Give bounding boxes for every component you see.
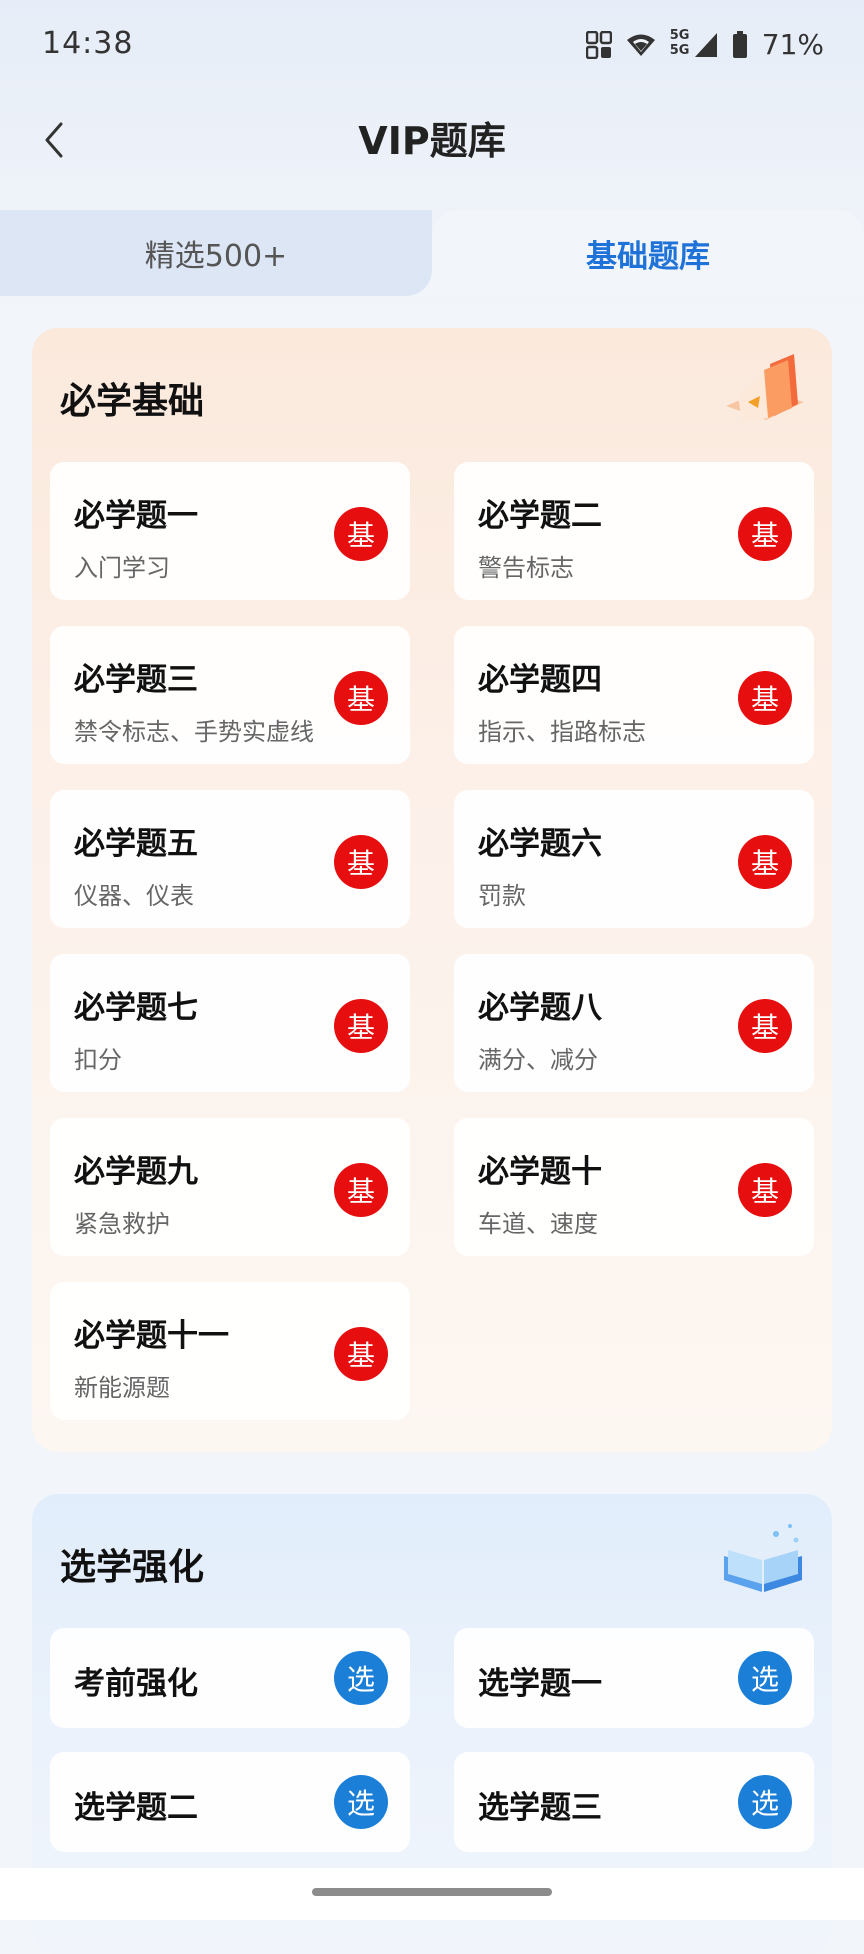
- page-title: VIP题库: [358, 119, 506, 163]
- signal-icon: 5G 5G: [669, 27, 718, 60]
- card-subtitle: 新能源题: [74, 1374, 170, 1402]
- book-stack-illustration-icon: [726, 354, 804, 422]
- list-item-basic-11[interactable]: 必学题十一 新能源题 基: [50, 1282, 410, 1420]
- card-title: 必学题六: [478, 826, 602, 862]
- list-item-basic-10[interactable]: 必学题十 车道、速度 基: [454, 1118, 814, 1256]
- list-item-basic-9[interactable]: 必学题九 紧急救护 基: [50, 1118, 410, 1256]
- list-item-elective-3[interactable]: 选学题二 选: [50, 1752, 410, 1852]
- list-item-basic-5[interactable]: 必学题五 仪器、仪表 基: [50, 790, 410, 928]
- elective-badge: 选: [334, 1775, 388, 1829]
- tab-featured-500[interactable]: 精选500+: [0, 210, 432, 296]
- card-title: 考前强化: [74, 1666, 198, 1702]
- list-item-basic-1[interactable]: 必学题一 入门学习 基: [50, 462, 410, 600]
- card-subtitle: 指示、指路标志: [478, 718, 646, 746]
- status-time: 14:38: [42, 26, 134, 61]
- list-item-basic-6[interactable]: 必学题六 罚款 基: [454, 790, 814, 928]
- basic-badge: 基: [738, 671, 792, 725]
- battery-percentage: 71%: [761, 28, 824, 61]
- card-title: 必学题五: [74, 826, 198, 862]
- basic-badge: 基: [334, 507, 388, 561]
- card-title: 选学题三: [478, 1790, 602, 1826]
- basic-badge: 基: [334, 1163, 388, 1217]
- open-book-illustration-icon: [724, 1524, 802, 1592]
- basic-badge: 基: [738, 835, 792, 889]
- basic-badge: 基: [738, 999, 792, 1053]
- list-item-basic-8[interactable]: 必学题八 满分、减分 基: [454, 954, 814, 1092]
- card-title: 必学题八: [478, 990, 602, 1026]
- list-item-basic-7[interactable]: 必学题七 扣分 基: [50, 954, 410, 1092]
- card-subtitle: 车道、速度: [478, 1210, 598, 1238]
- card-title: 必学题十一: [74, 1318, 229, 1354]
- list-item-elective-2[interactable]: 选学题一 选: [454, 1628, 814, 1728]
- tab-bar: 精选500+ 基础题库: [0, 210, 864, 296]
- card-title: 必学题七: [74, 990, 198, 1026]
- network-type-label-2: 5G: [669, 42, 690, 58]
- card-title: 必学题九: [74, 1154, 198, 1190]
- card-subtitle: 紧急救护: [74, 1210, 170, 1238]
- card-title: 选学题二: [74, 1790, 198, 1826]
- list-item-elective-4[interactable]: 选学题三 选: [454, 1752, 814, 1852]
- list-item-basic-2[interactable]: 必学题二 警告标志 基: [454, 462, 814, 600]
- card-subtitle: 仪器、仪表: [74, 882, 194, 910]
- card-title: 必学题四: [478, 662, 602, 698]
- card-title: 必学题十: [478, 1154, 602, 1190]
- card-subtitle: 警告标志: [478, 554, 574, 582]
- home-indicator[interactable]: [312, 1888, 552, 1896]
- section-title-elective: 选学强化: [60, 1547, 205, 1588]
- card-title: 必学题一: [74, 498, 198, 534]
- card-title: 必学题三: [74, 662, 198, 698]
- list-item-basic-3[interactable]: 必学题三 禁令标志、手势实虚线 基: [50, 626, 410, 764]
- nfc-icon: [585, 30, 612, 59]
- status-bar: 14:38 5G 5G 71%: [0, 0, 864, 88]
- basic-badge: 基: [334, 835, 388, 889]
- card-subtitle: 满分、减分: [478, 1046, 598, 1074]
- card-subtitle: 入门学习: [74, 554, 170, 582]
- elective-badge: 选: [334, 1651, 388, 1705]
- network-type-label: 5G: [669, 27, 690, 43]
- status-icons: 5G 5G 71%: [585, 27, 824, 61]
- wifi-icon: [626, 33, 656, 57]
- battery-icon: [732, 30, 748, 59]
- card-title: 必学题二: [478, 498, 602, 534]
- list-item-elective-1[interactable]: 考前强化 选: [50, 1628, 410, 1728]
- basic-badge: 基: [738, 1163, 792, 1217]
- elective-badge: 选: [738, 1775, 792, 1829]
- basic-badge: 基: [334, 671, 388, 725]
- card-subtitle: 罚款: [478, 882, 526, 910]
- card-title: 选学题一: [478, 1666, 602, 1702]
- basic-badge: 基: [334, 1327, 388, 1381]
- section-title-basic: 必学基础: [60, 381, 205, 422]
- section-basic: 必学基础 必学题一 入门学习 基 必学题二 警告标志 基 必学题三 禁令标志、手…: [32, 328, 832, 1452]
- card-subtitle: 扣分: [74, 1046, 122, 1074]
- header: VIP题库: [0, 88, 864, 198]
- list-item-basic-4[interactable]: 必学题四 指示、指路标志 基: [454, 626, 814, 764]
- elective-badge: 选: [738, 1651, 792, 1705]
- tab-basic-question-bank[interactable]: 基础题库: [406, 210, 864, 296]
- basic-badge: 基: [334, 999, 388, 1053]
- basic-badge: 基: [738, 507, 792, 561]
- card-subtitle: 禁令标志、手势实虚线: [74, 718, 314, 746]
